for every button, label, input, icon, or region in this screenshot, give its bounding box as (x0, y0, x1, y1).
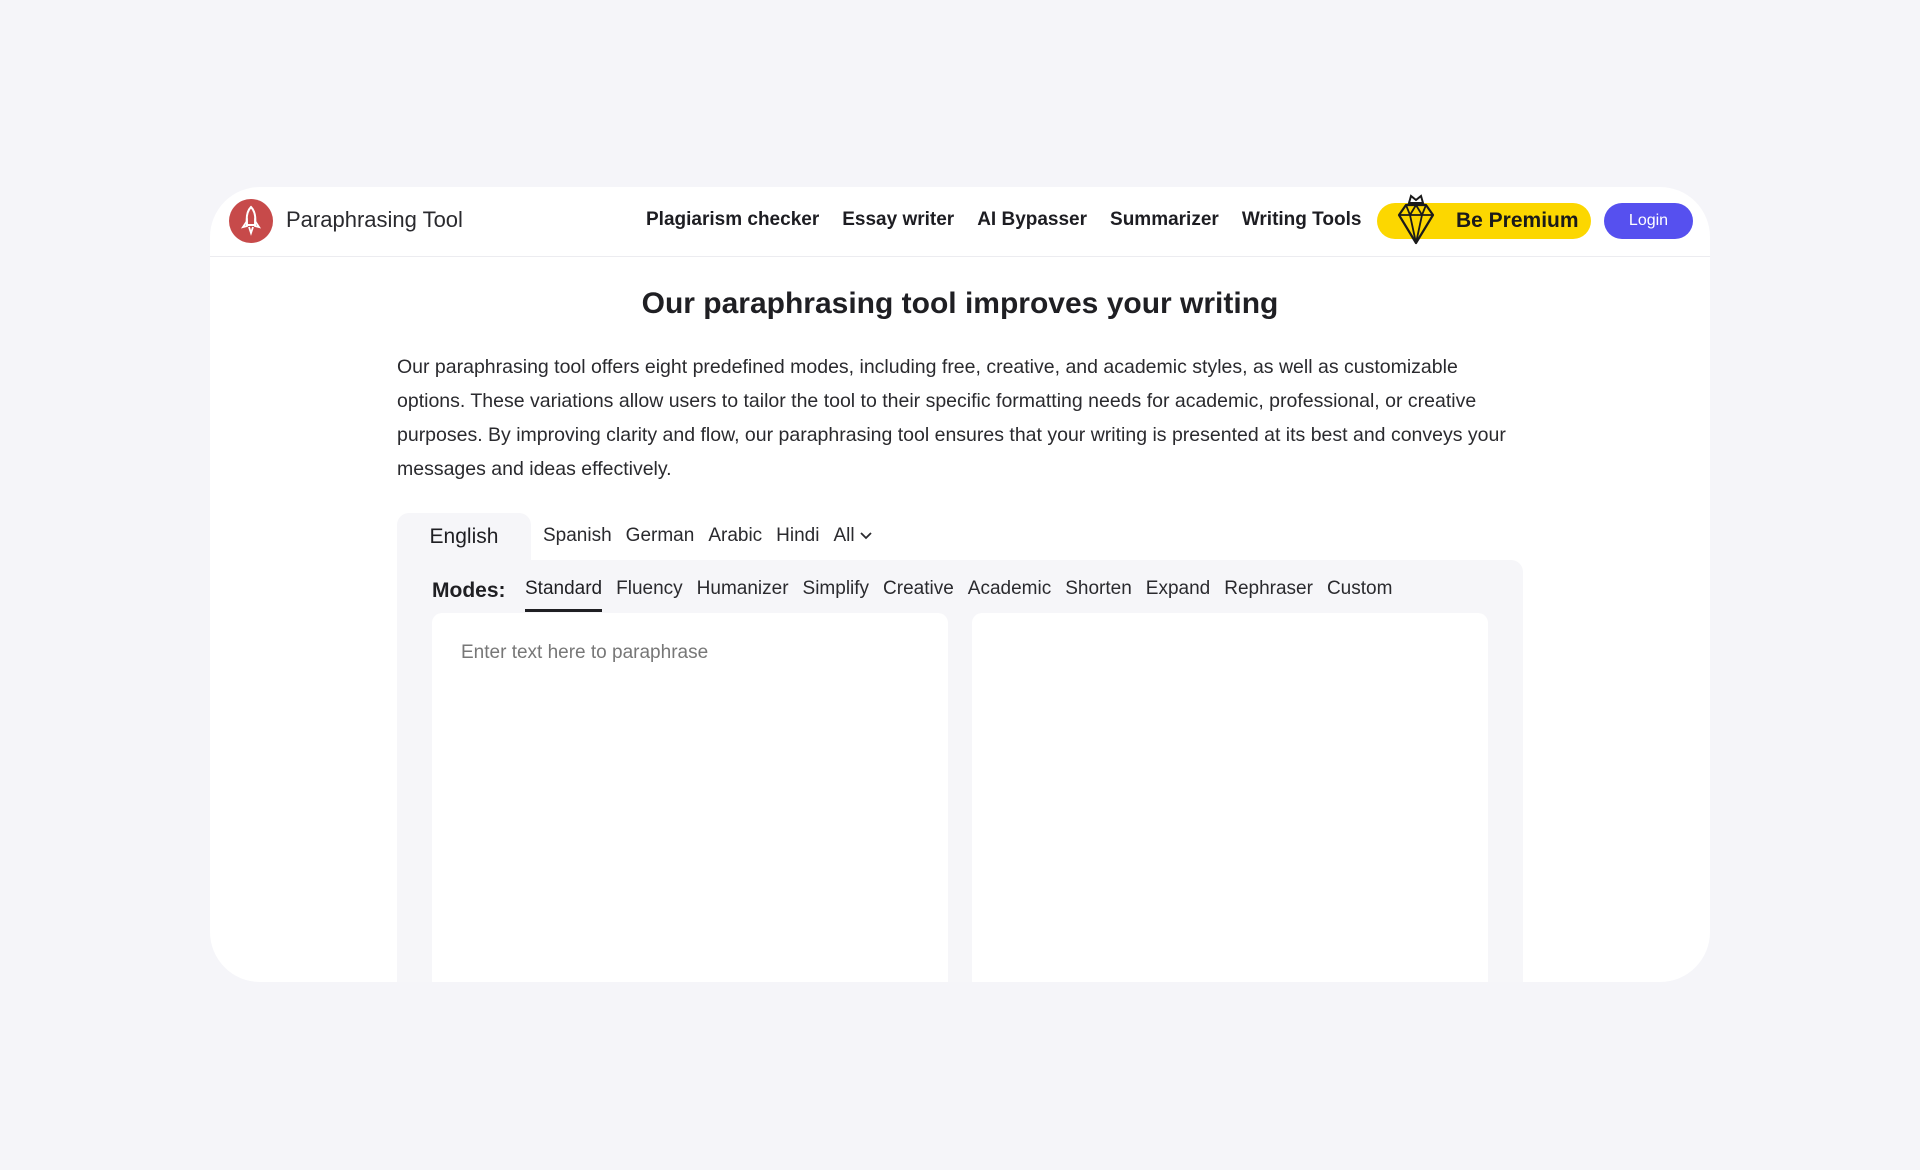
be-premium-label: Be Premium (1456, 209, 1579, 232)
nav-writing-tools[interactable]: Writing Tools (1242, 209, 1362, 231)
input-box (432, 613, 948, 982)
tab-german[interactable]: German (626, 525, 695, 547)
app-window: Paraphrasing Tool Plagiarism checker Ess… (210, 187, 1710, 982)
nav-ai-bypasser[interactable]: AI Bypasser (977, 209, 1087, 231)
nav-summarizer[interactable]: Summarizer (1110, 209, 1219, 231)
logo[interactable] (229, 199, 273, 243)
page-title: Our paraphrasing tool improves your writ… (641, 287, 1279, 320)
modes-label: Modes: (432, 579, 506, 602)
mode-tabs: Standard Fluency Humanizer Simplify Crea… (525, 578, 1392, 612)
login-button[interactable]: Login (1604, 203, 1693, 239)
language-tabs: English Spanish German Arabic Hindi All (397, 513, 1523, 563)
page-description: Our paraphrasing tool offers eight prede… (397, 356, 1506, 480)
main-nav: Plagiarism checker Essay writer AI Bypas… (646, 209, 1361, 231)
mode-academic[interactable]: Academic (968, 578, 1051, 612)
mode-shorten[interactable]: Shorten (1065, 578, 1132, 612)
input-textarea[interactable] (432, 613, 948, 982)
mode-custom[interactable]: Custom (1327, 578, 1392, 612)
tab-arabic[interactable]: Arabic (708, 525, 762, 547)
top-navbar: Paraphrasing Tool Plagiarism checker Ess… (210, 187, 1710, 257)
output-box[interactable] (972, 613, 1488, 982)
tab-spanish[interactable]: Spanish (543, 525, 612, 547)
be-premium-button[interactable]: Be Premium (1377, 194, 1591, 245)
tab-hindi[interactable]: Hindi (776, 525, 819, 547)
mode-rephraser[interactable]: Rephraser (1224, 578, 1313, 612)
tab-english[interactable]: English (397, 513, 531, 563)
mode-fluency[interactable]: Fluency (616, 578, 683, 612)
mode-standard[interactable]: Standard (525, 578, 603, 612)
all-languages-dropdown[interactable]: All (833, 525, 872, 547)
mode-expand[interactable]: Expand (1146, 578, 1210, 612)
diamond-crown-icon (1397, 194, 1435, 245)
paraphraser-panel: Modes: Standard Fluency Humanizer Simpli… (397, 560, 1523, 982)
mode-creative[interactable]: Creative (883, 578, 954, 612)
nav-essay-writer[interactable]: Essay writer (842, 209, 954, 231)
chevron-down-icon (859, 532, 872, 540)
mode-humanizer[interactable]: Humanizer (697, 578, 789, 612)
language-options: Spanish German Arabic Hindi All (543, 525, 873, 547)
nav-plagiarism-checker[interactable]: Plagiarism checker (646, 209, 819, 231)
all-languages-label: All (833, 525, 855, 546)
brand-name[interactable]: Paraphrasing Tool (286, 207, 463, 233)
rocket-icon (240, 205, 262, 236)
mode-simplify[interactable]: Simplify (803, 578, 870, 612)
